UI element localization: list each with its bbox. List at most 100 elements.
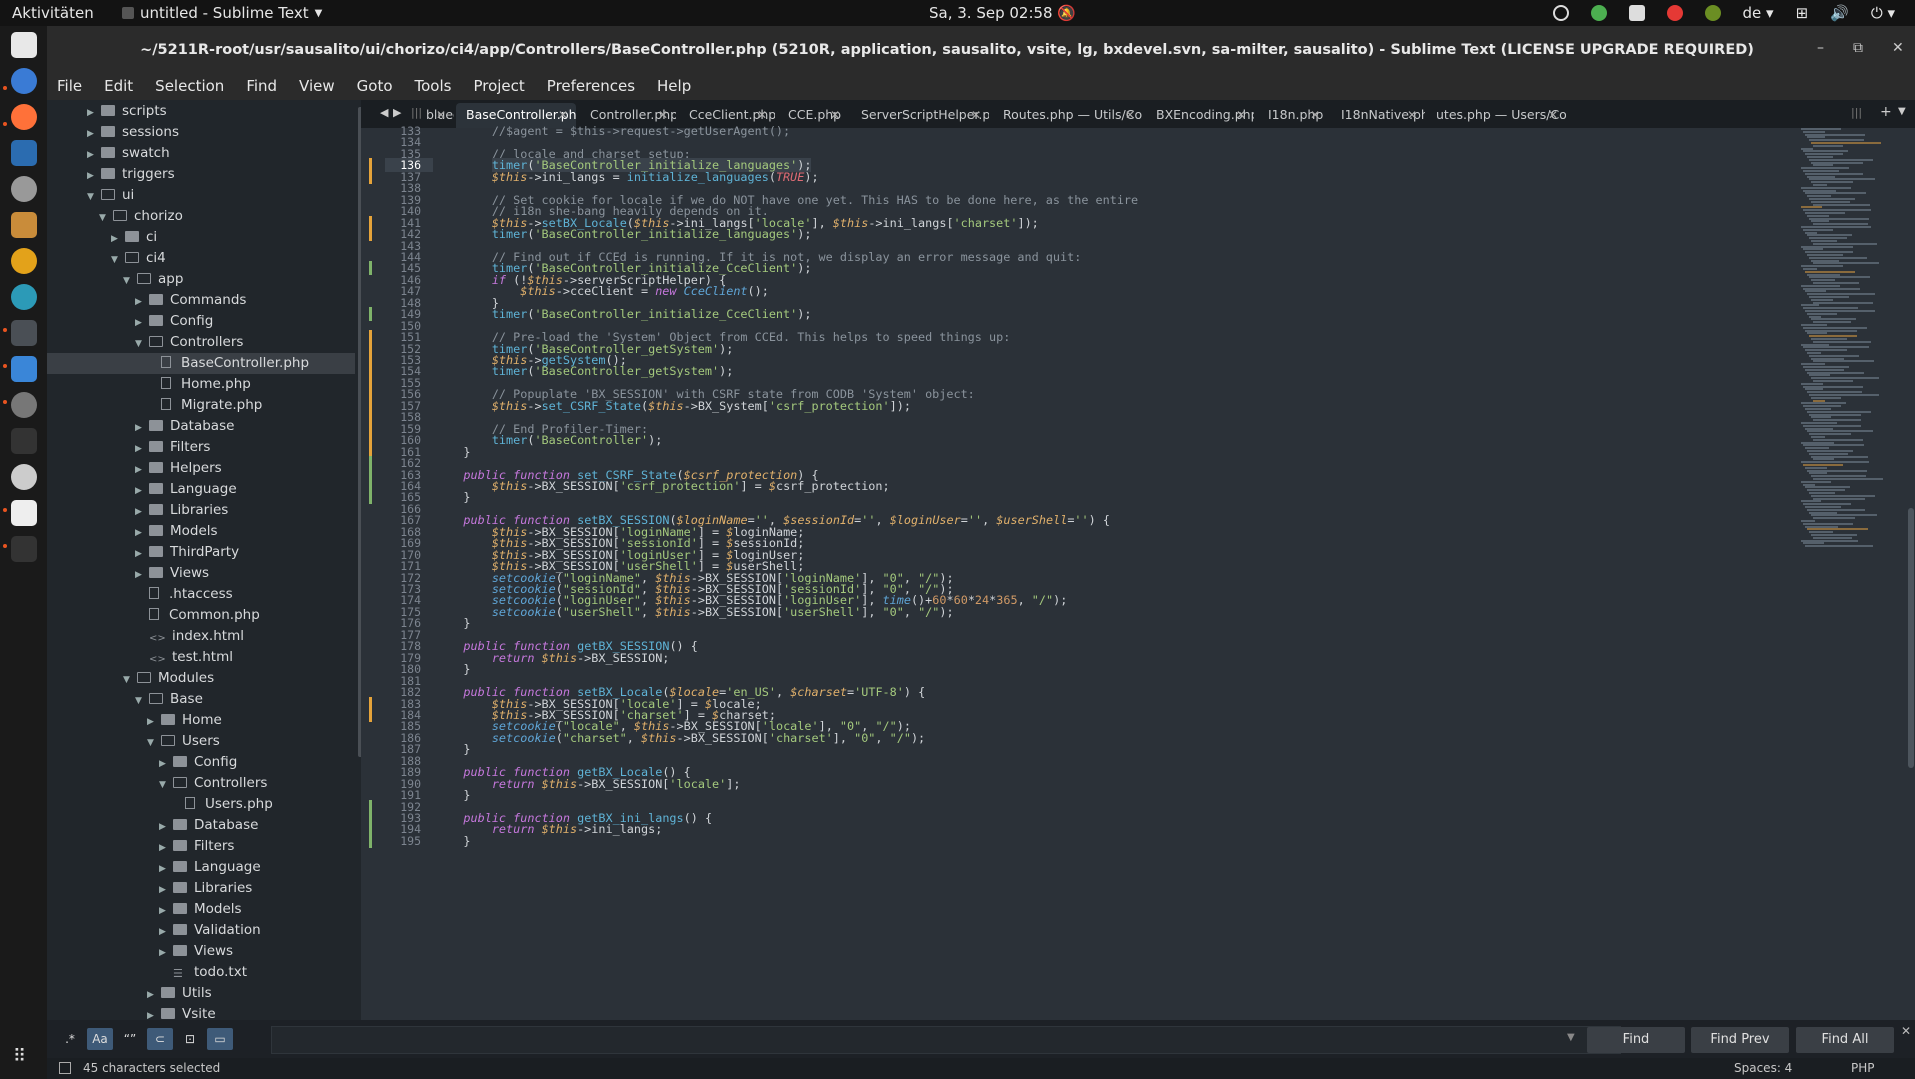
menu-view[interactable]: View xyxy=(299,74,335,100)
menu-find[interactable]: Find xyxy=(246,74,277,100)
chevron-down-icon[interactable]: ▼ xyxy=(159,775,173,796)
indentation-status[interactable]: Spaces: 4 xyxy=(1734,1061,1792,1075)
power-icon[interactable]: ⏻ ▾ xyxy=(1871,4,1895,22)
tree-folder[interactable]: ▶ Database xyxy=(135,416,234,437)
tree-file[interactable]: <> index.html xyxy=(135,626,244,647)
tree-folder[interactable]: ▶ Filters xyxy=(159,836,234,857)
tree-folder[interactable]: ▶ Helpers xyxy=(135,458,222,479)
tree-folder[interactable]: ▶ Views xyxy=(135,563,209,584)
chevron-down-icon[interactable]: ▼ xyxy=(87,187,101,208)
chevron-down-icon[interactable]: ▼ xyxy=(123,271,137,292)
chevron-right-icon[interactable]: ▶ xyxy=(135,544,149,565)
tree-folder[interactable]: ▼ Controllers xyxy=(159,773,267,794)
tree-file[interactable]: Common.php xyxy=(135,605,260,626)
tab-8[interactable]: I18n.php ✕ xyxy=(1258,103,1328,128)
code-line[interactable]: $this->set_CSRF_State($this->BX_System['… xyxy=(435,399,911,413)
code-line[interactable]: $this->ini_langs = initialize_languages(… xyxy=(435,170,819,184)
chevron-down-icon[interactable]: ▼ xyxy=(147,733,161,754)
menu-goto[interactable]: Goto xyxy=(357,74,393,100)
tab-9[interactable]: I18nNative.php✕ xyxy=(1331,103,1425,128)
tree-folder[interactable]: ▶ ThirdParty xyxy=(135,542,239,563)
tree-folder[interactable]: ▶ Vsite xyxy=(147,1004,216,1020)
tree-folder[interactable]: ▶ Libraries xyxy=(135,500,228,521)
tab-list-icon[interactable]: ▼ xyxy=(1898,106,1906,117)
tree-file[interactable]: Users.php xyxy=(171,794,273,815)
tree-file[interactable]: BaseController.php xyxy=(47,353,355,374)
chevron-right-icon[interactable]: ▶ xyxy=(159,901,173,922)
code-line[interactable]: timer('BaseController_initialize_languag… xyxy=(435,227,812,241)
minimize-button[interactable]: – xyxy=(1817,40,1824,56)
find-input[interactable] xyxy=(271,1026,1621,1054)
chevron-right-icon[interactable]: ▶ xyxy=(159,943,173,964)
writer-icon[interactable] xyxy=(11,140,37,166)
gear-icon[interactable] xyxy=(11,464,37,490)
code-line[interactable]: } xyxy=(435,662,470,676)
chevron-right-icon[interactable]: ▶ xyxy=(159,817,173,838)
chevron-right-icon[interactable]: ▶ xyxy=(159,838,173,859)
clock[interactable]: Sa, 3. Sep 02:58 🔕 xyxy=(929,4,1076,22)
menu-help[interactable]: Help xyxy=(657,74,691,100)
tab-10[interactable]: utes.php — Users/Config✕ xyxy=(1426,103,1566,128)
chevron-right-icon[interactable]: ▶ xyxy=(135,481,149,502)
close-tab-icon[interactable]: ✕ xyxy=(1548,103,1558,127)
chevron-right-icon[interactable]: ▶ xyxy=(87,124,101,145)
tray-app-icon[interactable] xyxy=(1552,5,1569,21)
menu-edit[interactable]: Edit xyxy=(104,74,133,100)
chevron-down-icon[interactable]: ▼ xyxy=(123,670,137,691)
tab-7[interactable]: BXEncoding.php ✕ xyxy=(1146,103,1254,128)
tree-file[interactable]: .htaccess xyxy=(135,584,233,605)
vpn-icon[interactable] xyxy=(1704,5,1721,21)
code-line[interactable]: } xyxy=(435,445,470,459)
tree-file[interactable]: Migrate.php xyxy=(147,395,262,416)
tree-file[interactable]: Home.php xyxy=(147,374,251,395)
chevron-right-icon[interactable]: ▶ xyxy=(87,166,101,187)
tab-scroll-right-icon[interactable]: ▶ xyxy=(393,106,401,119)
network-icon[interactable]: ⊞ xyxy=(1796,4,1809,22)
tree-folder[interactable]: ▼ Base xyxy=(135,689,203,710)
minimap[interactable] xyxy=(1755,128,1915,1020)
keyboard-language[interactable]: de ▾ xyxy=(1743,4,1774,22)
sublime-text-icon[interactable] xyxy=(11,320,37,346)
new-tab-icon[interactable]: + xyxy=(1880,104,1892,120)
tree-folder[interactable]: ▶ Language xyxy=(159,857,261,878)
close-tab-icon[interactable]: ✕ xyxy=(1125,103,1135,127)
code-line[interactable]: setcookie("userShell", $this->BX_SESSION… xyxy=(435,605,954,619)
syntax-status[interactable]: PHP xyxy=(1851,1061,1875,1075)
terminal-icon[interactable] xyxy=(11,536,37,562)
chevron-down-icon[interactable]: ▼ xyxy=(135,334,149,355)
tree-file[interactable]: ☰ todo.txt xyxy=(159,962,247,983)
code-line[interactable]: return $this->BX_SESSION['locale']; xyxy=(435,777,741,791)
code-line[interactable]: } xyxy=(435,616,470,630)
editor[interactable]: 133 134 135 136 137 138 139 140 141 142 143 144 145 1… xyxy=(361,124,1915,1020)
chevron-right-icon[interactable]: ▶ xyxy=(135,292,149,313)
code-line[interactable]: } xyxy=(435,788,470,802)
chevron-right-icon[interactable]: ▶ xyxy=(87,103,101,124)
chrome-icon[interactable] xyxy=(11,248,37,274)
tree-folder[interactable]: ▶ Views xyxy=(159,941,233,962)
app-grid-icon[interactable]: ⠿ xyxy=(13,1046,26,1067)
tree-folder[interactable]: ▶ Validation xyxy=(159,920,261,941)
chevron-right-icon[interactable]: ▶ xyxy=(135,460,149,481)
thunderbird-icon[interactable] xyxy=(11,68,37,94)
volume-icon[interactable]: 🔊 xyxy=(1830,4,1849,22)
close-tab-icon[interactable]: ✕ xyxy=(1310,103,1320,127)
regex-toggle[interactable]: .* xyxy=(57,1028,83,1050)
tree-folder[interactable]: ▶ Utils xyxy=(147,983,212,1004)
tree-folder[interactable]: ▶ Models xyxy=(135,521,218,542)
mail-icon[interactable] xyxy=(1666,5,1683,21)
tree-folder[interactable]: ▶ Models xyxy=(159,899,242,920)
app-menu[interactable]: untitled - Sublime Text ▼ xyxy=(122,4,322,22)
tree-folder[interactable]: ▶ sessions xyxy=(87,122,179,143)
tray-update-icon[interactable] xyxy=(1590,5,1607,21)
terminal-icon[interactable] xyxy=(11,500,37,526)
case-sensitive-toggle[interactable]: Aa xyxy=(87,1028,113,1050)
menu-tools[interactable]: Tools xyxy=(415,74,452,100)
chevron-down-icon[interactable]: ▼ xyxy=(135,691,149,712)
maximize-button[interactable]: ⧉ xyxy=(1853,40,1863,56)
settings-icon[interactable] xyxy=(11,176,37,202)
chevron-right-icon[interactable]: ▶ xyxy=(147,985,161,1006)
menu-selection[interactable]: Selection xyxy=(155,74,224,100)
tree-folder[interactable]: ▼ app xyxy=(123,269,183,290)
chevron-right-icon[interactable]: ▶ xyxy=(135,418,149,439)
menu-preferences[interactable]: Preferences xyxy=(547,74,635,100)
